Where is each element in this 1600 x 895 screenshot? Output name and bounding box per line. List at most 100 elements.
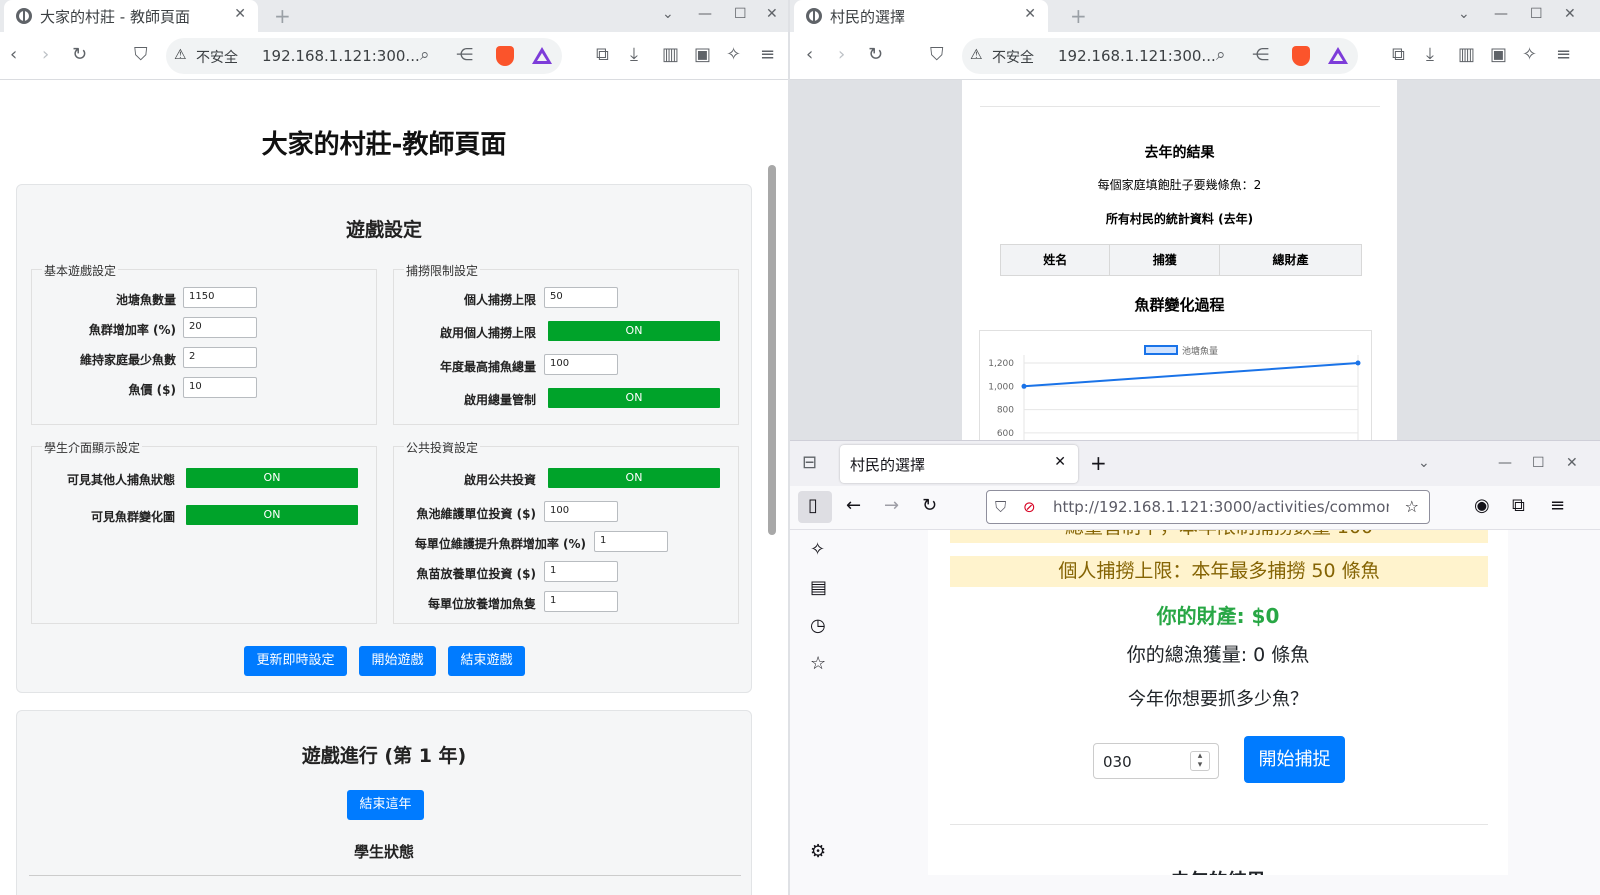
share-icon[interactable]: ⋲ [456,45,473,65]
zoom-icon[interactable]: ⌕ [1216,45,1226,65]
catch-question: 今年你想要抓多少魚？ [1128,689,1308,710]
tab-teacher-page[interactable]: 大家的村莊 - 教師頁面 ✕ [4,0,258,32]
yearly-total-input[interactable]: 100 [544,354,618,375]
bookmark-star-icon[interactable]: ☆ [1405,497,1419,516]
villager-page-content: 去年的結果 每個家庭填飽肚子要幾條魚：2 所有村民的統計資料 (去年) 姓名 捕… [790,80,1568,440]
see-others-toggle[interactable]: ON [186,468,358,488]
new-tab-icon[interactable]: + [1070,4,1087,28]
synced-tabs-icon[interactable]: ▤ [810,578,827,598]
personal-limit-input[interactable]: 50 [544,287,618,308]
tab-strip: 大家的村莊 - 教師頁面 ✕ + ⌄ — ☐ ✕ [0,0,788,32]
close-tab-icon[interactable]: ✕ [1054,454,1066,470]
sidebar-icon[interactable]: ▥ [1458,45,1475,65]
forward-icon[interactable]: → [884,496,899,516]
tracking-shield-icon[interactable]: ⛉ [995,498,1006,516]
maximize-icon[interactable]: ☐ [734,6,747,22]
min-fish-input[interactable]: 2 [183,347,257,368]
brave-rewards-icon[interactable] [532,47,552,64]
wallet-icon[interactable]: ▣ [1490,45,1507,65]
brave-rewards-icon[interactable] [1328,47,1348,64]
fry-invest-input[interactable]: 1 [544,561,618,582]
close-window-icon[interactable]: ✕ [766,6,778,22]
see-fish-chart-toggle[interactable]: ON [186,505,358,525]
back-icon[interactable]: ‹ [806,45,813,65]
download-icon[interactable]: ⤓ [1426,45,1434,65]
enable-personal-limit-toggle[interactable]: ON [548,321,720,341]
end-game-button[interactable]: 結束遊戲 [448,646,525,676]
spinner-icon[interactable]: ▴ ▾ [1190,751,1210,771]
new-tab-icon[interactable]: + [274,4,291,28]
address-bar[interactable]: ⚠ 不安全 192.168.1.121:300... ⌕ ⋲ [962,38,1358,74]
tab-search-icon[interactable]: ⌄ [1458,6,1470,22]
enable-investment-toggle[interactable]: ON [548,468,720,488]
settings-gear-icon[interactable]: ⚙ [810,842,826,862]
extensions-icon[interactable]: ⧉ [1392,45,1405,65]
back-icon[interactable]: ← [846,496,861,516]
maximize-icon[interactable]: ☐ [1530,6,1543,22]
forward-icon[interactable]: › [838,45,845,65]
bookmark-icon[interactable]: ⛉ [930,45,944,65]
close-tab-icon[interactable]: ✕ [234,6,246,22]
new-tab-icon[interactable]: + [1090,451,1107,475]
maint-growth-input[interactable]: 1 [594,531,668,552]
zoom-icon[interactable]: ⌕ [420,45,430,65]
close-window-icon[interactable]: ✕ [1564,6,1576,22]
insecure-lock-icon[interactable]: ⊘ [1023,498,1036,516]
bookmark-icon[interactable]: ⛉ [134,45,148,65]
close-window-icon[interactable]: ✕ [1566,455,1578,471]
enable-total-toggle[interactable]: ON [548,388,720,408]
menu-icon[interactable]: ≡ [1550,496,1565,516]
share-icon[interactable]: ⋲ [1252,45,1269,65]
catch-limit-legend: 捕撈限制設定 [404,262,481,279]
list-tabs-icon[interactable]: ⌄ [1418,455,1430,471]
tab-search-icon[interactable]: ⌄ [662,6,674,22]
leo-ai-icon[interactable]: ✧ [1522,45,1537,65]
extensions-icon[interactable]: ⧉ [596,45,609,65]
tab-villager-firefox[interactable]: 村民的選擇 ✕ [840,445,1078,483]
download-icon[interactable]: ⤓ [630,45,638,65]
history-icon[interactable]: ◷ [810,616,826,636]
minimize-icon[interactable]: — [698,6,712,22]
menu-icon[interactable]: ≡ [760,45,775,65]
tab-title: 大家的村莊 - 教師頁面 [40,8,190,26]
fry-added-input[interactable]: 1 [544,591,618,612]
leo-ai-icon[interactable]: ✧ [726,45,741,65]
pond-fish-input[interactable]: 1150 [183,287,257,308]
update-settings-button[interactable]: 更新即時設定 [244,646,347,676]
pond-maint-invest-input[interactable]: 100 [544,501,618,522]
start-game-button[interactable]: 開始遊戲 [359,646,436,676]
brave-shield-icon[interactable] [496,46,514,66]
reload-icon[interactable]: ↻ [922,496,937,516]
reload-icon[interactable]: ↻ [868,45,883,65]
minimize-icon[interactable]: — [1494,6,1508,22]
minimize-icon[interactable]: — [1498,455,1512,471]
address-bar[interactable]: ⚠ 不安全 192.168.1.121:300... ⌕ ⋲ [166,38,562,74]
close-tab-icon[interactable]: ✕ [1024,6,1036,22]
scrollbar[interactable] [768,165,776,535]
pond-maint-invest-label: 魚池維護單位投資 ($) [416,507,537,521]
catch-amount-input[interactable]: 030 ▴ ▾ [1093,743,1219,779]
extensions-icon[interactable]: ⧉ [1512,496,1525,516]
account-icon[interactable]: ◉ [1474,496,1490,516]
wallet-icon[interactable]: ▣ [694,45,711,65]
tab-manager-icon[interactable]: ⊟ [802,453,817,473]
menu-icon[interactable]: ≡ [1556,45,1571,65]
growth-rate-input[interactable]: 20 [183,317,257,338]
tab-villager-page[interactable]: 村民的選擇 ✕ [794,0,1048,32]
fish-price-input[interactable]: 10 [183,377,257,398]
url-bar[interactable]: ⛉ ⊘ http://192.168.1.121:3000/activities… [986,490,1430,524]
reload-icon[interactable]: ↻ [72,45,87,65]
student-status-title: 學生狀態 [353,843,414,861]
ai-chat-icon[interactable]: ✧ [810,540,825,560]
back-icon[interactable]: ‹ [10,45,17,65]
globe-icon [16,8,32,24]
fish-population-chart: 池塘魚量 1,200 1,000 800 600 [988,345,1361,440]
bookmarks-icon[interactable]: ☆ [810,654,826,674]
maximize-icon[interactable]: ☐ [1532,455,1545,471]
forward-icon[interactable]: › [42,45,49,65]
header-wealth: 總財產 [1272,253,1309,267]
start-catch-button[interactable]: 開始捕捉 [1244,736,1345,783]
brave-shield-icon[interactable] [1292,46,1310,66]
sidebar-icon[interactable]: ▥ [662,45,679,65]
end-year-button[interactable]: 結束這年 [347,790,424,820]
